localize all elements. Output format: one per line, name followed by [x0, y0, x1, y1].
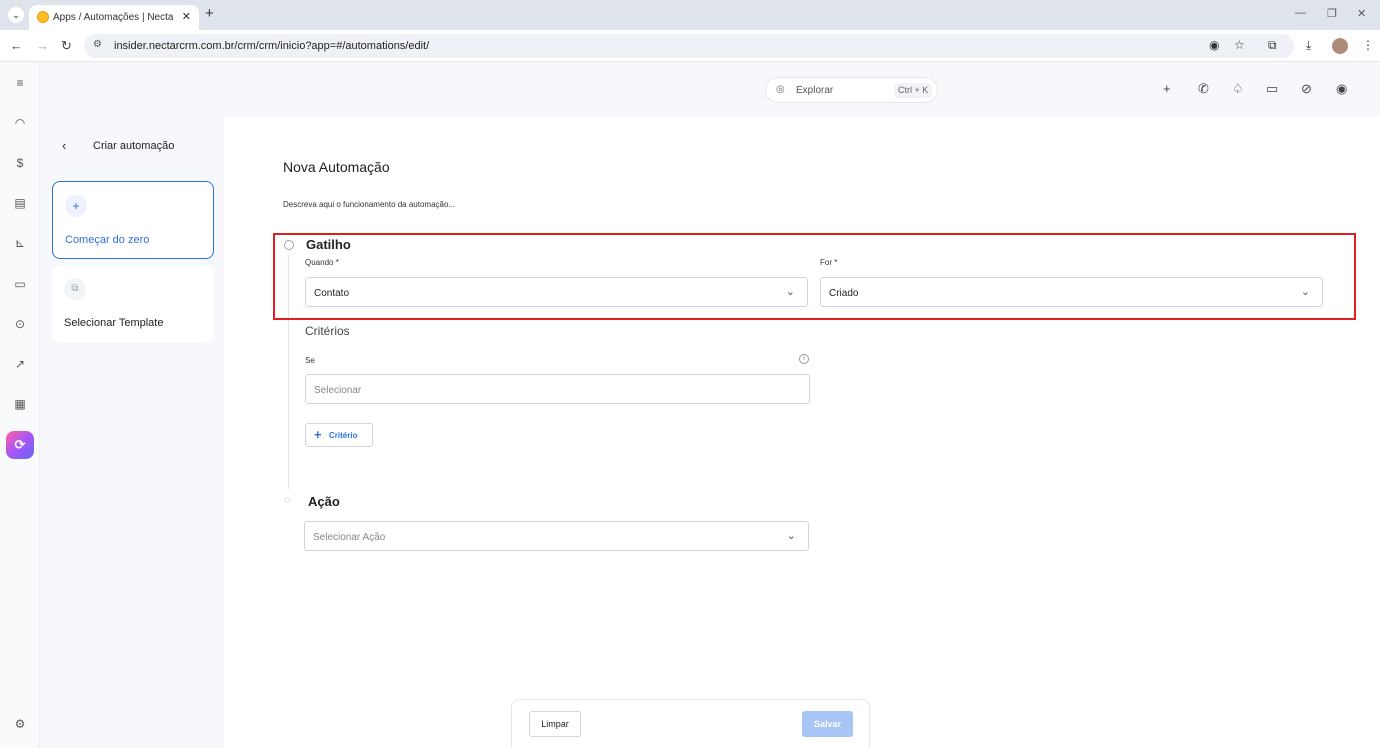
- browser-tab[interactable]: Apps / Automações | NectarCRM ✕: [29, 5, 199, 30]
- panel-title: Criar automação: [93, 140, 175, 152]
- explore-label: Explorar: [796, 85, 834, 96]
- address-bar[interactable]: ⚙ insider.nectarcrm.com.br/crm/crm/inici…: [84, 34, 1294, 58]
- profile-avatar[interactable]: [1332, 38, 1348, 54]
- new-tab-icon[interactable]: +: [205, 5, 214, 22]
- inbox-icon[interactable]: ▭: [1266, 81, 1278, 97]
- create-automation-panel: ‹ Criar automação + Começar do zero ⧉ Se…: [40, 117, 224, 748]
- page-title[interactable]: Nova Automação: [283, 159, 390, 175]
- back-icon[interactable]: ←: [10, 38, 23, 53]
- clear-button[interactable]: Limpar: [529, 711, 581, 737]
- chevron-down-icon: ⌄: [786, 530, 796, 542]
- site-info-icon[interactable]: ⚙: [93, 39, 102, 50]
- chart-icon[interactable]: ⊾: [12, 235, 28, 251]
- back-chevron-icon[interactable]: ‹: [62, 138, 66, 153]
- reload-icon[interactable]: ↻: [61, 38, 72, 54]
- tab-title: Apps / Automações | NectarCRM: [53, 12, 173, 23]
- tab-search-icon[interactable]: ⌄: [8, 7, 24, 23]
- action-select[interactable]: Selecionar Ação ⌄: [304, 521, 809, 551]
- if-label: Se: [305, 356, 315, 365]
- description-field[interactable]: Descreva aqui o funcionamento da automaç…: [283, 200, 455, 209]
- card-label: Começar do zero: [65, 234, 150, 246]
- minimize-icon[interactable]: —: [1295, 7, 1306, 19]
- apps-grid-icon[interactable]: ▦: [12, 396, 28, 412]
- explore-search[interactable]: ◎ Explorar Ctrl + K: [765, 77, 938, 103]
- building-icon[interactable]: ▤: [12, 195, 28, 211]
- add-criteria-label: Critério: [329, 431, 358, 440]
- template-icon: ⧉: [64, 278, 86, 300]
- settings-icon[interactable]: ⚙: [12, 716, 28, 732]
- user-icon[interactable]: ◉: [1336, 81, 1347, 97]
- highlight-box: [273, 233, 1356, 320]
- eye-icon[interactable]: ◉: [1209, 38, 1219, 52]
- download-icon[interactable]: ⤓: [1306, 38, 1311, 53]
- card-label: Selecionar Template: [64, 317, 164, 329]
- check-circle-icon[interactable]: ⊙: [12, 316, 28, 332]
- shortcut-badge: Ctrl + K: [894, 83, 933, 98]
- automation-editor: Nova Automação Descreva aqui o funcionam…: [224, 117, 1380, 748]
- app-header: ◎ Explorar Ctrl + K + ✆ ♤ ▭ ⊘ ◉: [40, 62, 1380, 117]
- dashboard-icon[interactable]: ◠: [12, 115, 28, 131]
- action-placeholder: Selecionar Ação: [313, 532, 386, 543]
- criteria-placeholder: Selecionar: [314, 385, 362, 396]
- menu-icon[interactable]: ≡: [12, 75, 28, 91]
- add-criteria-button[interactable]: + Critério: [305, 423, 373, 447]
- browser-toolbar: ← → ↻ ⚙ insider.nectarcrm.com.br/crm/crm…: [0, 30, 1380, 62]
- compass-icon: ◎: [776, 84, 785, 95]
- info-icon[interactable]: i: [799, 354, 809, 364]
- footer-actions: Limpar Salvar: [511, 699, 870, 748]
- start-from-scratch-card[interactable]: + Começar do zero: [52, 181, 214, 259]
- bell-icon[interactable]: ♤: [1232, 81, 1244, 97]
- criteria-title: Critérios: [305, 324, 350, 338]
- plus-icon: +: [314, 427, 322, 442]
- tab-close-icon[interactable]: ✕: [182, 10, 191, 23]
- browser-tabstrip: ⌄ Apps / Automações | NectarCRM ✕ + — ❐ …: [0, 0, 1380, 30]
- criteria-select[interactable]: Selecionar: [305, 374, 810, 404]
- phone-icon[interactable]: ✆: [1198, 81, 1209, 97]
- plus-icon: +: [65, 195, 87, 217]
- action-title: Ação: [308, 494, 340, 509]
- forward-icon[interactable]: →: [36, 38, 49, 53]
- favicon-icon: [37, 11, 49, 23]
- dollar-icon[interactable]: $: [12, 155, 28, 171]
- browser-menu-icon[interactable]: ⋮: [1362, 38, 1374, 52]
- extensions-icon[interactable]: ⧉: [1268, 38, 1277, 53]
- bookmark-star-icon[interactable]: ☆: [1234, 38, 1245, 52]
- trend-icon[interactable]: ↗: [12, 356, 28, 372]
- add-icon[interactable]: +: [1163, 81, 1171, 96]
- save-button[interactable]: Salvar: [802, 711, 853, 737]
- automation-app-icon[interactable]: ⟳: [6, 431, 34, 459]
- task-check-icon[interactable]: ⊘: [1301, 81, 1312, 97]
- select-template-card[interactable]: ⧉ Selecionar Template: [52, 265, 214, 343]
- app-sidebar: ≡ ◠ $ ▤ ⊾ ▭ ⊙ ↗ ▦ ⟳ ⚙: [0, 62, 40, 748]
- restore-icon[interactable]: ❐: [1327, 7, 1337, 20]
- action-step-icon: ◌: [284, 494, 291, 506]
- calendar-icon[interactable]: ▭: [12, 276, 28, 292]
- close-window-icon[interactable]: ✕: [1357, 7, 1366, 20]
- url-text: insider.nectarcrm.com.br/crm/crm/inicio?…: [114, 40, 430, 52]
